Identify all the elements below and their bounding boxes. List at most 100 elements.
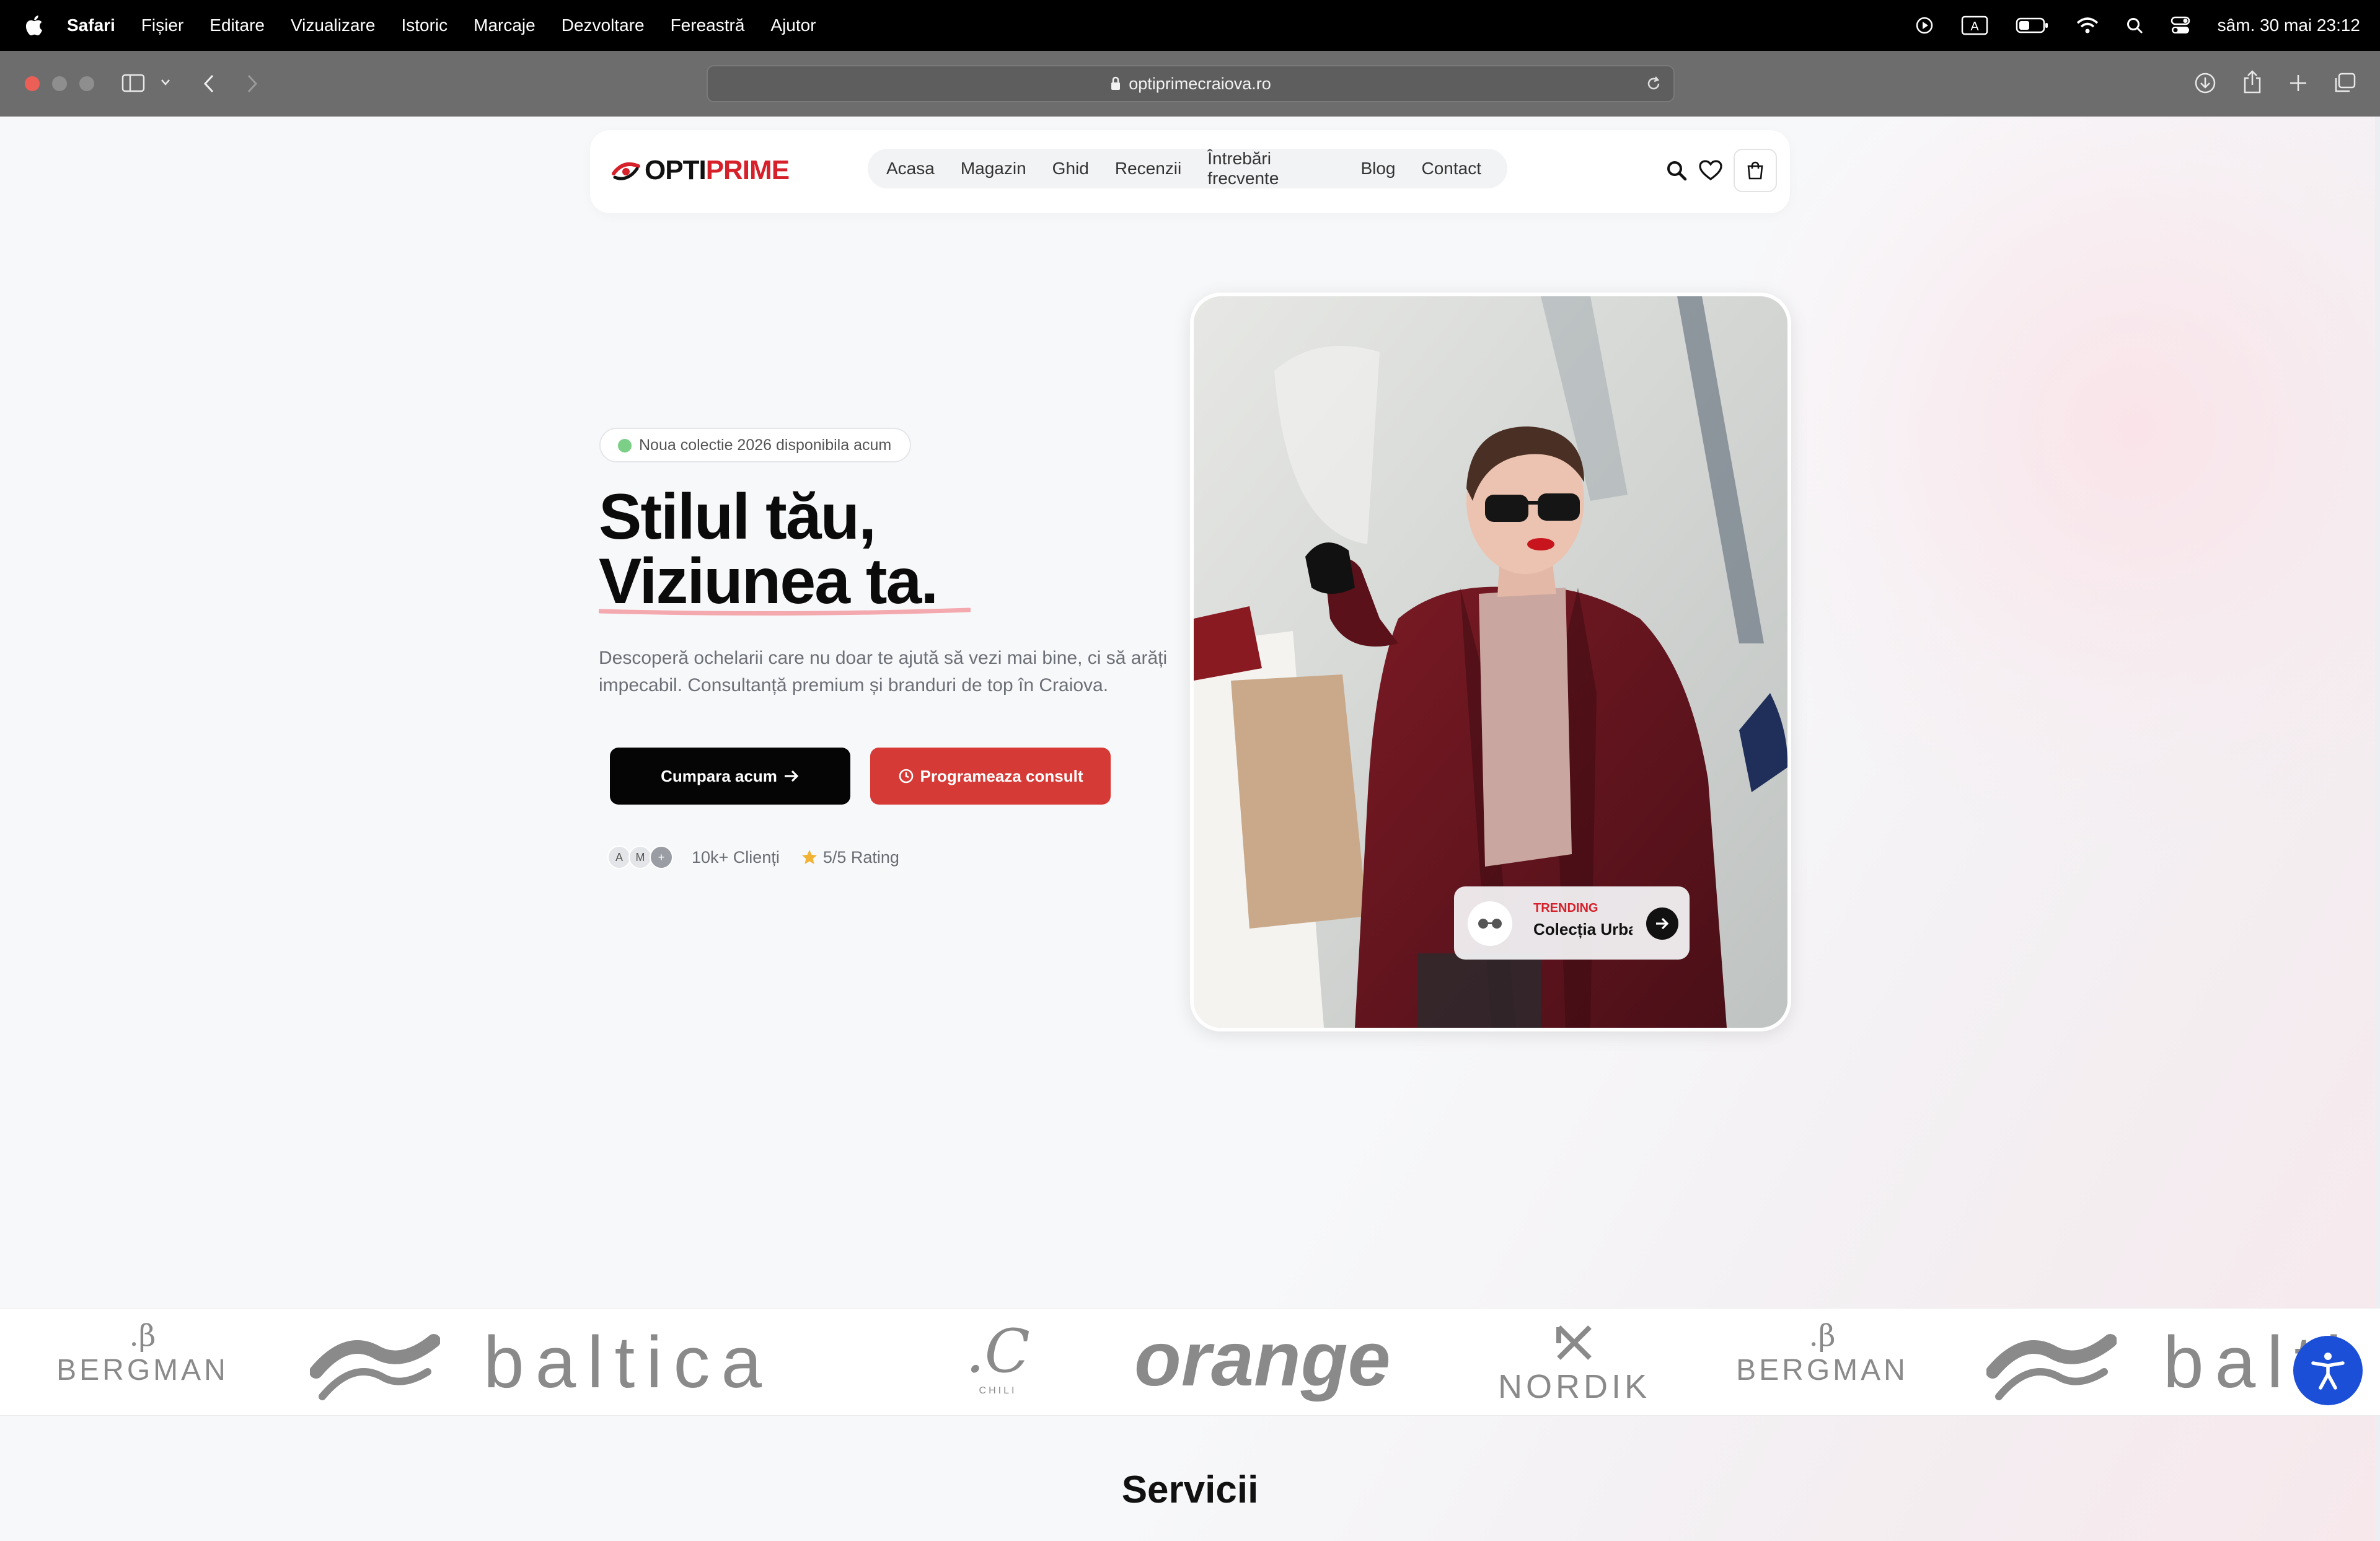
avatar: A — [607, 846, 631, 869]
heart-icon[interactable] — [1699, 160, 1722, 181]
apple-icon[interactable] — [25, 15, 43, 36]
new-collection-badge: Noua colectie 2026 disponibila acum — [599, 428, 912, 462]
webpage: OPTIPRIME Acasa Magazin Ghid Recenzii În… — [0, 117, 2380, 1541]
brand-logos-strip: .β BERGMAN baltica .C CHILI orange NORDI… — [0, 1308, 2380, 1416]
close-window-button[interactable] — [25, 76, 40, 91]
menu-file[interactable]: Fișier — [141, 15, 183, 35]
nav-link-contact[interactable]: Contact — [1422, 159, 1482, 179]
brand-logo-bergman[interactable]: .β BERGMAN — [50, 1318, 236, 1387]
menu-edit[interactable]: Editare — [209, 15, 265, 35]
site-logo[interactable]: OPTIPRIME — [611, 155, 790, 186]
wifi-icon[interactable] — [2076, 17, 2099, 34]
shop-now-button[interactable]: Cumpara acum — [610, 748, 850, 805]
chili-name: CHILI — [979, 1385, 1017, 1396]
menu-bookmarks[interactable]: Marcaje — [474, 15, 536, 35]
minimize-window-button[interactable] — [52, 76, 67, 91]
arrow-right-icon — [784, 770, 799, 782]
social-proof: A M + 10k+ Clienți 5/5 Rating — [607, 846, 899, 869]
logo-text-prime: PRIME — [705, 155, 790, 185]
trending-open-button[interactable] — [1646, 907, 1678, 940]
bergman-mark: .β — [1809, 1318, 1836, 1353]
avatar: M — [628, 846, 652, 869]
menu-develop[interactable]: Dezvoltare — [562, 15, 645, 35]
nav-link-faq[interactable]: Întrebări frecvente — [1207, 149, 1334, 188]
services-heading: Servicii — [1121, 1468, 1259, 1511]
nav-link-magazin[interactable]: Magazin — [961, 159, 1026, 179]
nav-link-blog[interactable]: Blog — [1360, 159, 1395, 179]
clock-icon — [899, 769, 913, 784]
customer-avatars: A M + — [607, 846, 673, 869]
main-nav: Acasa Magazin Ghid Recenzii Întrebări fr… — [868, 149, 1507, 188]
menu-app-safari[interactable]: Safari — [67, 15, 115, 35]
brand-logo-orange[interactable]: orange — [1134, 1316, 1390, 1403]
input-source-icon[interactable]: A — [1961, 15, 1988, 35]
trending-card[interactable]: TRENDING Colecția Urban — [1454, 886, 1690, 960]
back-icon[interactable] — [202, 73, 216, 94]
logo-text-opti: OPTI — [645, 155, 707, 185]
bergman-name: BERGMAN — [1736, 1354, 1908, 1387]
zoom-window-button[interactable] — [79, 76, 94, 91]
battery-icon[interactable] — [2016, 17, 2049, 34]
nordik-name: NORDIK — [1497, 1368, 1651, 1405]
brand-logo-baltica[interactable]: baltica — [483, 1322, 773, 1403]
share-icon[interactable] — [2242, 69, 2262, 94]
brand-logo-nordik[interactable]: NORDIK — [1488, 1321, 1661, 1406]
nav-link-acasa[interactable]: Acasa — [886, 159, 935, 179]
play-circle-icon[interactable] — [1915, 16, 1934, 35]
baltica-wave-icon — [1986, 1334, 2117, 1400]
bergman-mark: .β — [129, 1318, 156, 1353]
nav-link-ghid[interactable]: Ghid — [1052, 159, 1089, 179]
address-bar[interactable]: optiprimecraiova.ro — [707, 65, 1675, 102]
accessibility-icon — [2311, 1353, 2345, 1390]
brand-logo-chili[interactable]: .C CHILI — [936, 1317, 1060, 1397]
spotlight-search-icon[interactable] — [2126, 17, 2143, 34]
menu-history[interactable]: Istoric — [401, 15, 447, 35]
new-tab-icon[interactable] — [2288, 73, 2308, 93]
trending-label: TRENDING — [1533, 901, 1598, 915]
window-controls — [25, 76, 94, 91]
menu-window[interactable]: Fereastră — [671, 15, 745, 35]
menubar-clock[interactable]: sâm. 30 mai 23:12 — [2218, 15, 2360, 35]
site-navbar: OPTIPRIME Acasa Magazin Ghid Recenzii În… — [590, 130, 1790, 213]
hero-description: Descoperă ochelarii care nu doar te ajut… — [599, 648, 1168, 695]
star-icon — [801, 850, 817, 864]
cart-button[interactable] — [1734, 149, 1777, 192]
lock-icon — [1111, 76, 1121, 90]
chili-mark: .C — [966, 1317, 1030, 1386]
rating-text: 5/5 Rating — [822, 847, 899, 867]
search-icon[interactable] — [1665, 159, 1688, 182]
brand-logo-bergman[interactable]: .β BERGMAN — [1729, 1318, 1915, 1387]
shopping-bag-icon — [1747, 161, 1763, 180]
input-source-letter: A — [1970, 20, 1979, 33]
control-center-icon[interactable] — [2171, 16, 2190, 35]
menu-help[interactable]: Ajutor — [770, 15, 816, 35]
trending-title: Colecția Urban — [1533, 920, 1633, 938]
sunglasses-icon — [1478, 919, 1502, 929]
clients-count: 10k+ Clienți — [692, 847, 780, 867]
reload-icon[interactable] — [1645, 75, 1662, 92]
background-glow — [1698, 117, 2380, 860]
baltica-wave-icon — [310, 1334, 440, 1400]
safari-toolbar: optiprimecraiova.ro — [0, 51, 2380, 117]
nav-actions — [1665, 149, 1777, 192]
hero-title-line2: Viziunea ta. — [599, 545, 938, 617]
forward-icon[interactable] — [245, 73, 259, 94]
macos-menubar: Safari Fișier Editare Vizualizare Istori… — [0, 0, 2380, 51]
sidebar-toggle-icon[interactable] — [121, 73, 145, 93]
book-consult-label: Programeaza consult — [920, 766, 1083, 785]
nordik-x-icon — [1556, 1325, 1592, 1360]
menubar-status-area: A sâm. 30 mai 23:12 — [1915, 0, 2360, 51]
menu-view[interactable]: Vizualizare — [291, 15, 375, 35]
accessibility-button[interactable] — [2293, 1336, 2363, 1405]
book-consult-button[interactable]: Programeaza consult — [870, 748, 1111, 805]
nav-link-recenzii[interactable]: Recenzii — [1115, 159, 1181, 179]
tab-overview-icon[interactable] — [2333, 72, 2356, 94]
chevron-down-icon[interactable] — [160, 78, 171, 87]
bergman-name: BERGMAN — [56, 1354, 229, 1387]
arrow-right-icon — [1656, 917, 1669, 930]
downloads-icon[interactable] — [2194, 72, 2216, 94]
logo-eye-icon — [612, 162, 640, 180]
hero-title: Stilul tău, Viziunea ta. — [599, 485, 938, 617]
rating: 5/5 Rating — [801, 848, 899, 867]
hero-image: TRENDING Colecția Urban — [1190, 293, 1791, 1031]
